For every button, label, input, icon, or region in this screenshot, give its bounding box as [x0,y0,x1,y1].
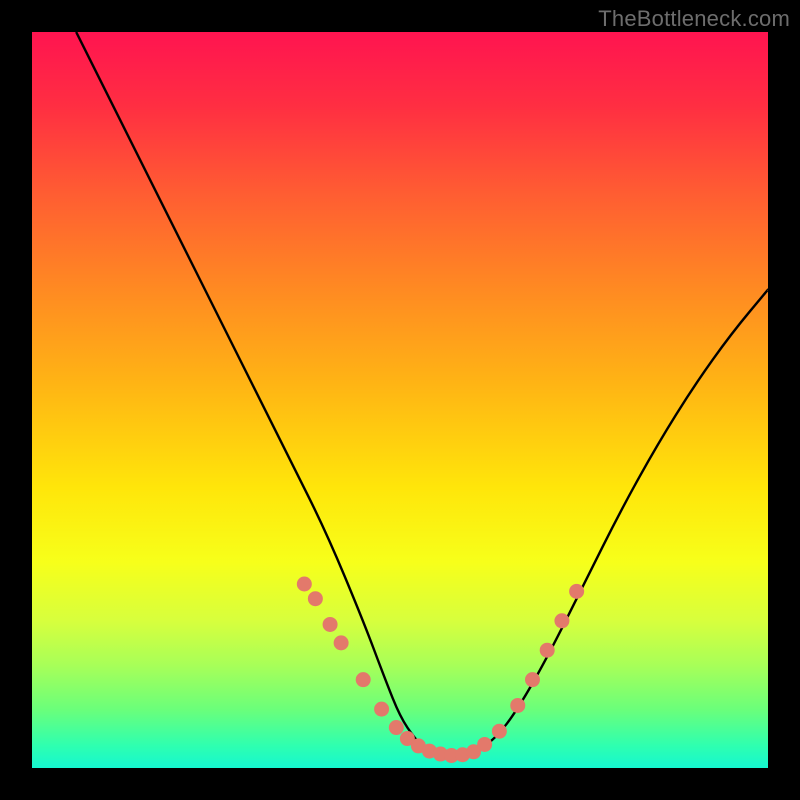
marker-dot [525,672,540,687]
marker-dot [389,720,404,735]
marker-dot [356,672,371,687]
marker-dot [569,584,584,599]
marker-dot [554,613,569,628]
chart-plot-area [32,32,768,768]
marker-dot [492,724,507,739]
marker-dot [334,635,349,650]
chart-frame: TheBottleneck.com [0,0,800,800]
marker-dot [308,591,323,606]
marker-dot [297,577,312,592]
marker-dot [540,643,555,658]
marker-dot [477,737,492,752]
bottleneck-curve [76,32,768,757]
marker-dot [374,702,389,717]
chart-svg [32,32,768,768]
watermark-label: TheBottleneck.com [598,6,790,32]
marker-dot [323,617,338,632]
marker-dot [510,698,525,713]
